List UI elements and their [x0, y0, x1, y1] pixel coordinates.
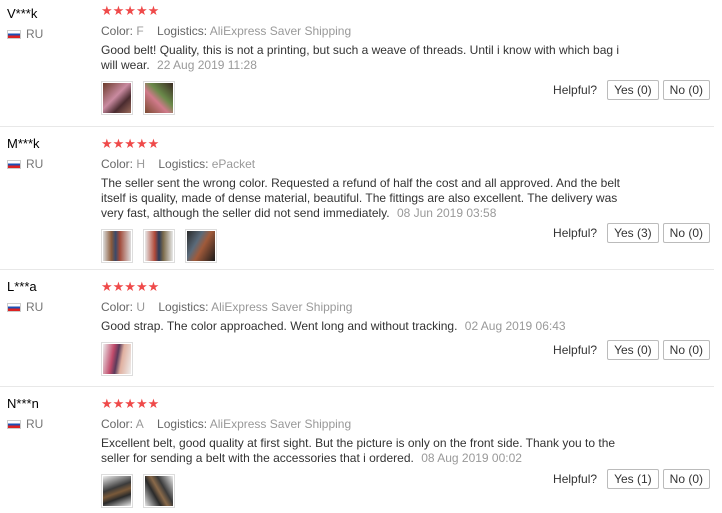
review-photo-thumbnail[interactable]	[101, 474, 133, 508]
helpful-no-button[interactable]: No (0)	[662, 340, 710, 360]
review-body: Good strap. The color approached. Went l…	[101, 319, 458, 333]
star-rating: ★★★★★	[101, 3, 160, 18]
review-photo-thumbnail[interactable]	[143, 81, 175, 115]
review-photo-thumbnail[interactable]	[143, 474, 175, 508]
reviewer-name: M***k	[7, 136, 40, 151]
helpful-no-button[interactable]: No (0)	[662, 80, 710, 100]
review-meta: Color: A Logistics: AliExpress Saver Shi…	[101, 416, 631, 432]
color-value: H	[136, 157, 146, 171]
helpful-vote: Helpful? Yes (1) No (0)	[553, 469, 710, 489]
color-label: Color:	[101, 300, 134, 314]
logistics-value: AliExpress Saver Shipping	[211, 300, 353, 314]
helpful-vote: Helpful? Yes (0) No (0)	[553, 340, 710, 360]
review-photos	[101, 229, 631, 263]
review-text: Good belt! Quality, this is not a printi…	[101, 43, 631, 73]
review-content: ★★★★★ Color: U Logistics: AliExpress Sav…	[101, 280, 631, 376]
country-code: RU	[26, 27, 44, 41]
logistics-value: ePacket	[211, 157, 256, 171]
helpful-yes-button[interactable]: Yes (0)	[607, 340, 659, 360]
reviewer-info: V***k RU	[7, 6, 43, 41]
review-date: 08 Jun 2019 03:58	[396, 206, 497, 220]
review-content: ★★★★★ Color: A Logistics: AliExpress Sav…	[101, 397, 631, 508]
review-photos	[101, 81, 631, 115]
reviewer-country: RU	[7, 27, 43, 41]
reviewer-name: L***a	[7, 279, 37, 294]
russia-flag-icon	[7, 29, 21, 39]
review-photos	[101, 474, 631, 508]
review-date: 08 Aug 2019 00:02	[421, 451, 522, 465]
helpful-no-button[interactable]: No (0)	[662, 223, 710, 243]
logistics-value: AliExpress Saver Shipping	[209, 24, 352, 38]
color-value: F	[136, 24, 144, 38]
color-label: Color:	[101, 157, 134, 171]
reviewer-country: RU	[7, 157, 43, 171]
reviewer-name: V***k	[7, 6, 38, 21]
country-code: RU	[26, 417, 44, 431]
logistics-label: Logistics:	[157, 24, 208, 38]
review-text: Excellent belt, good quality at first si…	[101, 436, 631, 466]
review-content: ★★★★★ Color: F Logistics: AliExpress Sav…	[101, 4, 631, 115]
review-photo-thumbnail[interactable]	[101, 229, 133, 263]
star-rating: ★★★★★	[101, 396, 160, 411]
review-item: V***k RU ★★★★★ Color: F Logistics: AliEx…	[0, 0, 714, 127]
review-date: 02 Aug 2019 06:43	[464, 319, 566, 333]
review-text: Good strap. The color approached. Went l…	[101, 319, 631, 334]
color-label: Color:	[101, 24, 134, 38]
reviewer-info: N***n RU	[7, 396, 43, 431]
reviewer-info: L***a RU	[7, 279, 43, 314]
helpful-label: Helpful?	[553, 226, 598, 240]
review-item: N***n RU ★★★★★ Color: A Logistics: AliEx…	[0, 387, 714, 513]
review-photo-thumbnail[interactable]	[185, 229, 217, 263]
country-code: RU	[26, 157, 44, 171]
review-date: 22 Aug 2019 11:28	[157, 58, 257, 72]
russia-flag-icon	[7, 302, 21, 312]
country-code: RU	[26, 300, 44, 314]
review-item: M***k RU ★★★★★ Color: H Logistics: ePack…	[0, 127, 714, 270]
helpful-yes-button[interactable]: Yes (0)	[607, 80, 659, 100]
review-photo-thumbnail[interactable]	[101, 342, 133, 376]
review-photo-thumbnail[interactable]	[101, 81, 133, 115]
logistics-label: Logistics:	[157, 417, 208, 431]
review-meta: Color: U Logistics: AliExpress Saver Shi…	[101, 299, 631, 315]
review-photos	[101, 342, 631, 376]
helpful-vote: Helpful? Yes (0) No (0)	[553, 80, 710, 100]
review-body: The seller sent the wrong color. Request…	[101, 176, 620, 220]
helpful-no-button[interactable]: No (0)	[662, 469, 710, 489]
logistics-label: Logistics:	[158, 157, 209, 171]
review-body: Excellent belt, good quality at first si…	[101, 436, 616, 465]
review-item: L***a RU ★★★★★ Color: U Logistics: AliEx…	[0, 270, 714, 387]
helpful-label: Helpful?	[553, 343, 598, 357]
review-meta: Color: H Logistics: ePacket	[101, 156, 631, 172]
color-value: U	[136, 300, 146, 314]
logistics-label: Logistics:	[158, 300, 209, 314]
helpful-vote: Helpful? Yes (3) No (0)	[553, 223, 710, 243]
reviewer-country: RU	[7, 417, 43, 431]
russia-flag-icon	[7, 159, 21, 169]
color-label: Color:	[101, 417, 134, 431]
helpful-yes-button[interactable]: Yes (1)	[607, 469, 659, 489]
reviewer-name: N***n	[7, 396, 39, 411]
review-content: ★★★★★ Color: H Logistics: ePacket The se…	[101, 137, 631, 263]
star-rating: ★★★★★	[101, 136, 160, 151]
color-value: A	[135, 417, 144, 431]
logistics-value: AliExpress Saver Shipping	[209, 417, 352, 431]
reviewer-info: M***k RU	[7, 136, 43, 171]
helpful-yes-button[interactable]: Yes (3)	[607, 223, 659, 243]
reviewer-country: RU	[7, 300, 43, 314]
star-rating: ★★★★★	[101, 279, 160, 294]
review-photo-thumbnail[interactable]	[143, 229, 175, 263]
russia-flag-icon	[7, 419, 21, 429]
review-text: The seller sent the wrong color. Request…	[101, 176, 631, 221]
review-meta: Color: F Logistics: AliExpress Saver Shi…	[101, 23, 631, 39]
helpful-label: Helpful?	[553, 83, 598, 97]
helpful-label: Helpful?	[553, 472, 598, 486]
